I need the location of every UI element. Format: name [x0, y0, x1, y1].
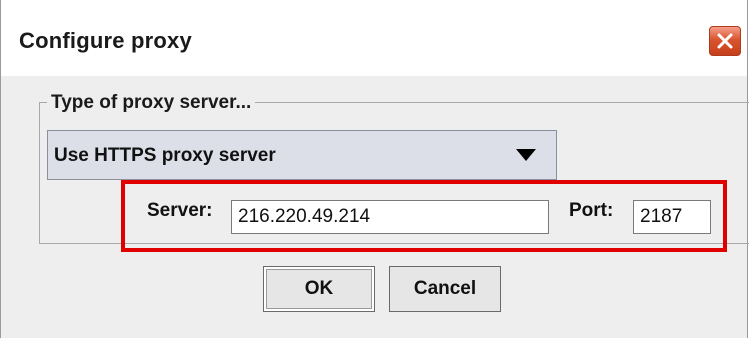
ok-button[interactable]: OK [263, 266, 375, 312]
proxy-type-dropdown[interactable]: Use HTTPS proxy server [47, 130, 557, 180]
server-input[interactable] [231, 200, 549, 234]
title-bar: Configure proxy [1, 0, 747, 76]
port-label: Port: [569, 200, 614, 221]
port-input[interactable] [633, 200, 711, 234]
close-icon [717, 33, 733, 49]
close-button[interactable] [709, 26, 741, 56]
server-label: Server: [147, 200, 213, 221]
window-title: Configure proxy [19, 28, 192, 53]
proxy-type-selected-value: Use HTTPS proxy server [54, 145, 276, 166]
cancel-button[interactable]: Cancel [389, 266, 501, 312]
proxy-type-group-title: Type of proxy server... [47, 92, 256, 114]
configure-proxy-dialog: Configure proxy Type of proxy server... … [0, 0, 749, 338]
triangle-down-icon [516, 149, 536, 161]
